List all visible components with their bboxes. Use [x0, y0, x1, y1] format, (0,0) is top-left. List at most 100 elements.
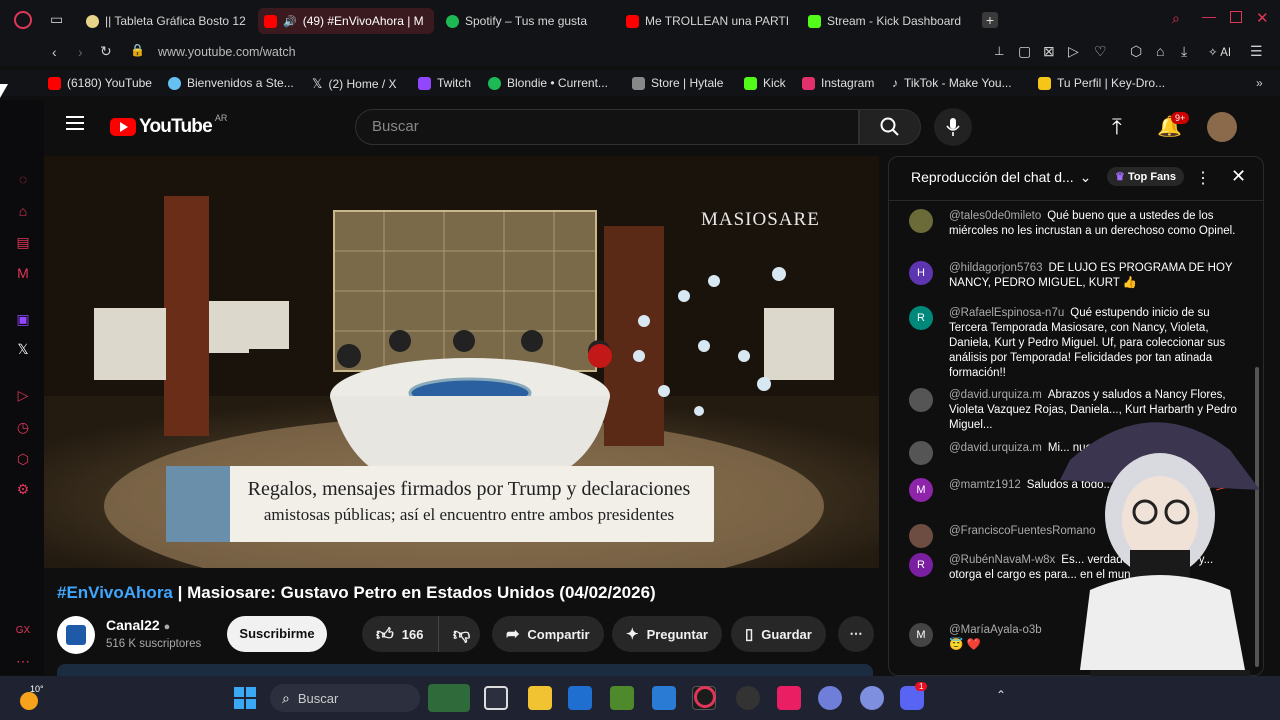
more-icon[interactable]: ⋯: [14, 652, 32, 670]
share-button[interactable]: ➦ Compartir: [492, 616, 604, 652]
app-icon-one[interactable]: [818, 686, 842, 710]
opera-gx-icon[interactable]: [694, 686, 716, 708]
chat-title-dropdown[interactable]: Reproducción del chat d... ⌄: [911, 169, 1091, 186]
chat-text: Saludos a todo... Nacy Flores ❤️ 👍 💯: [1026, 479, 1231, 491]
tab-kick[interactable]: Stream - Kick Dashboard: [802, 8, 972, 34]
search-tabs-icon[interactable]: ⌕: [1172, 10, 1180, 27]
voice-search-button[interactable]: [934, 108, 972, 146]
forward-icon[interactable]: ›: [78, 44, 83, 60]
bookmark-tiktok[interactable]: ♪ TikTok - Make You...: [892, 76, 1012, 90]
tab-youtube-active[interactable]: 🔊 (49) #EnVivoAhora | M: [258, 8, 434, 34]
ask-button[interactable]: ✦ Preguntar: [612, 616, 722, 652]
video-player[interactable]: MASIOSARE Regalos, mensajes firmados por…: [44, 156, 879, 568]
history-icon[interactable]: ◷: [14, 418, 32, 436]
maximize-icon[interactable]: [1230, 11, 1242, 23]
search-input[interactable]: Buscar: [355, 109, 859, 145]
minimize-icon[interactable]: —: [1202, 8, 1216, 24]
x-icon[interactable]: 𝕏: [14, 340, 32, 358]
close-window-icon[interactable]: ✕: [1256, 9, 1269, 27]
new-tab-button[interactable]: +: [982, 12, 998, 28]
bookmark-hytale[interactable]: Store | Hytale: [632, 76, 723, 90]
opera-logo-icon[interactable]: [14, 11, 32, 29]
reload-icon[interactable]: ↻: [100, 43, 112, 60]
extensions-icon[interactable]: ⬡: [1130, 43, 1142, 60]
youtube-header: YouTube AR Buscar ⤒ 🔔 9+: [44, 100, 1280, 156]
extensions-icon[interactable]: ⬡: [14, 450, 32, 468]
chat-close-icon[interactable]: ✕: [1231, 166, 1246, 187]
url-field[interactable]: www.youtube.com/watch: [158, 45, 296, 59]
channel-avatar[interactable]: [57, 616, 95, 654]
tab-manager-icon[interactable]: ▭: [50, 11, 63, 28]
player-icon[interactable]: ▷: [14, 386, 32, 404]
thumbs-down-icon: 👎︎: [453, 624, 471, 644]
back-icon[interactable]: ‹: [52, 44, 57, 60]
player-icon[interactable]: ▷: [1068, 43, 1079, 60]
obs-icon[interactable]: [736, 686, 760, 710]
windows-start-icon[interactable]: [234, 687, 256, 709]
gmail-icon[interactable]: M: [14, 264, 32, 282]
gx-icon[interactable]: GX: [14, 622, 32, 640]
crypto-wallet-icon[interactable]: ⌂: [14, 202, 32, 220]
adblock-icon[interactable]: ⊠: [1043, 43, 1055, 60]
menu-icon[interactable]: ☰: [1250, 43, 1263, 60]
like-button[interactable]: 👍︎ 166: [362, 616, 438, 652]
taskbar-search-box[interactable]: ⌕ Buscar: [270, 684, 420, 712]
search-highlight-icon[interactable]: [428, 684, 470, 712]
bookmark-kick[interactable]: Kick: [744, 76, 786, 90]
photos-icon[interactable]: [652, 686, 676, 710]
bookmark-youtube[interactable]: (6180) YouTube: [48, 76, 152, 90]
user-avatar[interactable]: [1207, 112, 1237, 142]
tab-spotify[interactable]: Spotify – Tus me gusta: [440, 8, 610, 34]
chat-menu-icon[interactable]: ⋮: [1195, 168, 1211, 188]
search-button[interactable]: [859, 109, 921, 145]
download-icon[interactable]: ⤓: [1181, 43, 1187, 60]
save-button[interactable]: ▯ Guardar: [731, 616, 826, 652]
messenger-icon[interactable]: ▤: [14, 233, 32, 251]
subscribe-button[interactable]: Suscribirme: [227, 616, 327, 652]
channel-name[interactable]: Canal22 ●: [106, 617, 170, 633]
tiktok-studio-icon[interactable]: [777, 686, 801, 710]
dislike-button[interactable]: 👎︎: [438, 616, 480, 652]
bookmark-steam[interactable]: Bienvenidos a Ste...: [168, 76, 294, 90]
mouse-cursor-icon: [0, 84, 8, 98]
task-view-icon[interactable]: [484, 686, 508, 710]
top-fans-badge[interactable]: ♛ Top Fans: [1107, 167, 1185, 186]
aria-icon[interactable]: ◌: [14, 170, 32, 188]
pin-icon[interactable]: ⊥: [994, 44, 1004, 58]
weather-widget[interactable]: 10°: [20, 684, 46, 710]
bookmark-instagram[interactable]: Instagram: [802, 76, 874, 90]
microsoft-store-icon[interactable]: [568, 686, 592, 710]
bookmarks-overflow-icon[interactable]: »: [1256, 76, 1263, 90]
hamburger-menu-icon[interactable]: [66, 116, 84, 130]
minecraft-icon[interactable]: [610, 686, 634, 710]
video-watermark: MASIOSARE: [701, 209, 820, 230]
chat-scrollbar[interactable]: [1255, 367, 1259, 667]
chat-username: @hildagorjon5763: [949, 262, 1043, 274]
bookmark-label: Instagram: [821, 76, 875, 90]
upload-icon[interactable]: ⤒: [1112, 114, 1122, 140]
bookmark-keydrop[interactable]: Tu Perfil | Key-Dro...: [1038, 76, 1165, 90]
file-explorer-icon[interactable]: [528, 686, 552, 710]
app-icon-two[interactable]: [860, 686, 884, 710]
more-actions-button[interactable]: ⋯: [838, 616, 874, 652]
tab-troll-video[interactable]: Me TROLLEAN una PARTIE: [620, 8, 790, 34]
youtube-logo[interactable]: YouTube AR: [110, 113, 227, 138]
bookmark-twitch[interactable]: Twitch: [418, 76, 471, 90]
title-hashtag-link[interactable]: #EnVivoAhora: [57, 583, 173, 602]
youtube-favicon-icon: [48, 76, 61, 90]
bookmark-spotify[interactable]: Blondie • Current...: [488, 76, 608, 90]
heart-icon[interactable]: ♡: [1094, 43, 1107, 60]
settings-icon[interactable]: ⚙: [14, 480, 32, 498]
bookmark-label: (6180) YouTube: [67, 76, 152, 90]
twitch-icon[interactable]: ▣: [14, 310, 32, 328]
chat-avatar: R: [909, 553, 933, 577]
snapshot-icon[interactable]: ▢: [1018, 43, 1031, 60]
aria-ai-button[interactable]: ✧ AI: [1208, 45, 1231, 59]
notification-badge: 9+: [1171, 112, 1190, 124]
live-chat-replay-panel: Reproducción del chat d... ⌄ ♛ Top Fans …: [888, 156, 1264, 676]
share-icon: ➦: [506, 626, 520, 643]
tray-chevron-icon[interactable]: ⌃: [996, 688, 1006, 702]
vpn-icon[interactable]: ⌂: [1156, 43, 1164, 59]
bookmark-x[interactable]: 𝕏 (2) Home / X: [312, 76, 397, 92]
tab-bosto[interactable]: || Tableta Gráfica Bosto 12: [80, 8, 250, 34]
